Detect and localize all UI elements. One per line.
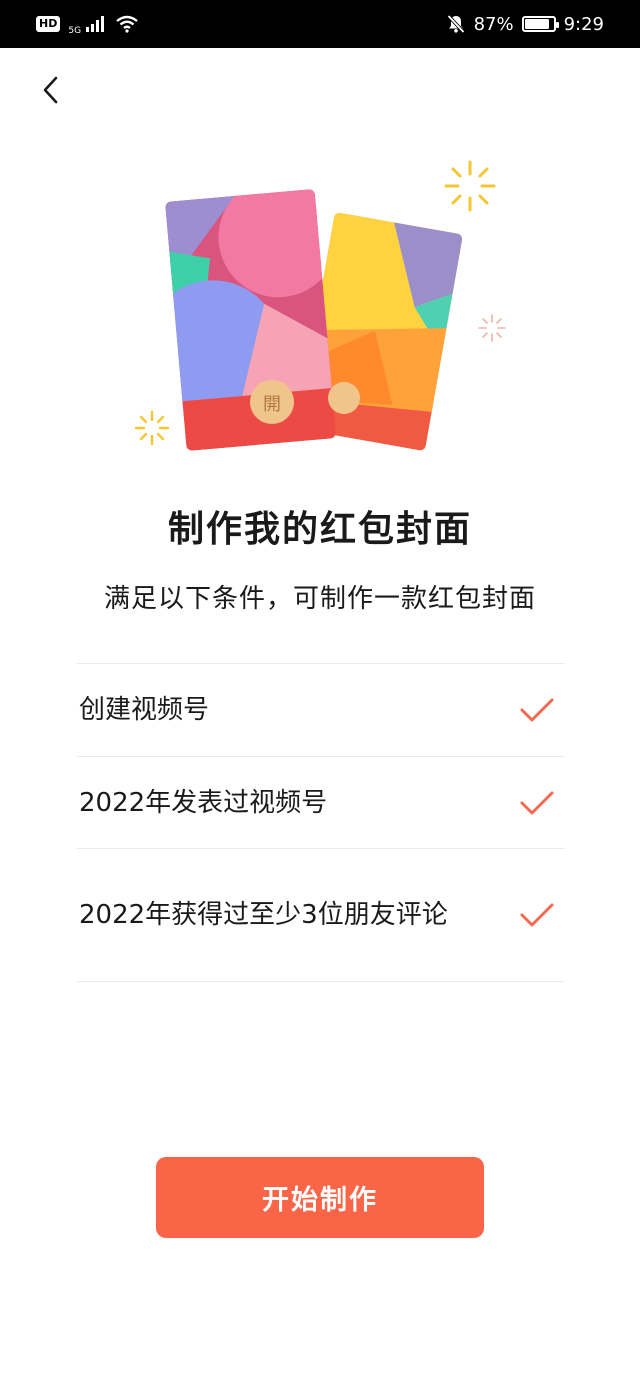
clock: 9:29: [563, 13, 604, 35]
page-subtitle: 满足以下条件，可制作一款红包封面: [103, 584, 536, 614]
check-icon: [520, 903, 554, 927]
condition-label: 2022年发表过视频号: [79, 787, 328, 818]
condition-label: 2022年获得过至少3位朋友评论: [79, 900, 448, 930]
condition-item: 2022年发表过视频号: [77, 756, 565, 848]
check-icon: [520, 791, 554, 814]
condition-item: 创建视频号: [77, 663, 565, 756]
sparkle-icon: [444, 160, 496, 212]
status-right: 87% 9:29: [446, 14, 604, 35]
red-packet-cards: 開: [134, 160, 506, 452]
battery-level: [524, 19, 549, 29]
conditions-list: 创建视频号 2022年发表过视频号 2022年获得过至少3位朋友评论: [77, 663, 565, 982]
start-making-button[interactable]: 开始制作: [156, 1157, 484, 1238]
battery-icon: [521, 16, 559, 32]
status-bar: HD 5G 87% 9:29: [0, 0, 640, 48]
status-left: HD 5G: [36, 13, 139, 36]
red-packet-illustration: 開: [120, 150, 520, 480]
check-icon: [520, 698, 554, 722]
back-button[interactable]: [30, 68, 74, 112]
front-card: [165, 188, 337, 452]
battery-percent: 87%: [473, 13, 514, 35]
bell-mute-icon: [446, 14, 465, 34]
network-type: 5G: [68, 25, 82, 36]
condition-label: 创建视频号: [79, 695, 210, 725]
wifi-icon: [116, 15, 138, 33]
signal-icon: [86, 16, 105, 32]
back-coin: [328, 382, 360, 414]
page-title: 制作我的红包封面: [167, 509, 472, 550]
hd-badge: HD: [36, 16, 61, 32]
coin-label: 開: [263, 394, 281, 415]
back-chevron-icon: [43, 76, 58, 104]
sparkle-pink-icon: [478, 314, 506, 342]
sparkle-small-icon: [134, 410, 170, 446]
condition-item: 2022年获得过至少3位朋友评论: [77, 848, 565, 982]
